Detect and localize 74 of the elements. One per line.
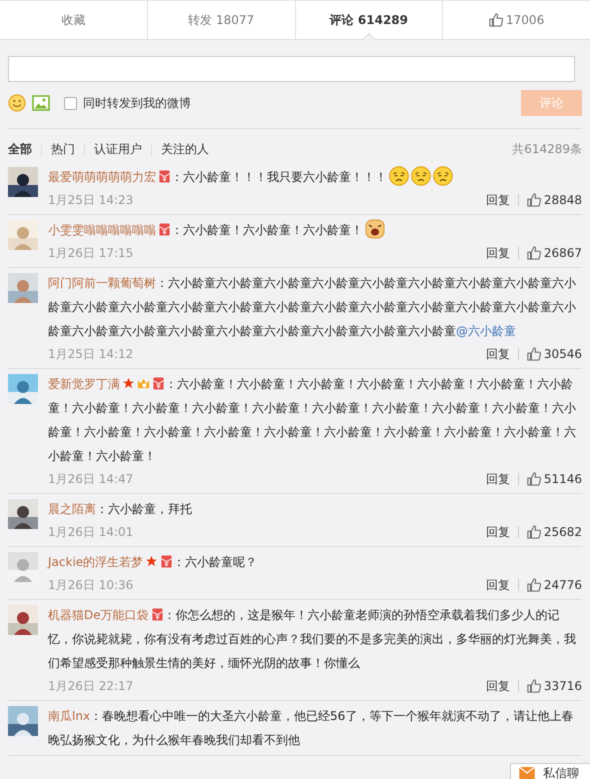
user-name[interactable]: 机器猫De万能口袋 bbox=[48, 608, 149, 622]
comment-input[interactable] bbox=[8, 56, 575, 82]
reply-link[interactable]: 回复 bbox=[486, 524, 510, 540]
envelope-icon bbox=[150, 608, 164, 621]
like-button[interactable]: 30546 bbox=[526, 347, 582, 361]
user-name[interactable]: 最爱萌萌萌萌萌力宏 bbox=[48, 170, 156, 184]
like-button[interactable]: 24776 bbox=[526, 578, 582, 592]
image-icon[interactable] bbox=[32, 94, 50, 112]
timestamp: 1月25日 14:23 bbox=[48, 192, 134, 208]
reply-link[interactable]: 回复 bbox=[486, 244, 510, 262]
sad-face-icon bbox=[389, 166, 409, 186]
user-name[interactable]: 爱新觉罗丁满 bbox=[48, 377, 120, 391]
sad-face-icon bbox=[433, 166, 453, 186]
comment-count: 共614289条 bbox=[512, 141, 582, 158]
thumbs-up-icon bbox=[526, 525, 541, 539]
filter-tab[interactable]: 认证用户 bbox=[94, 141, 142, 158]
filter-tab[interactable]: 全部 bbox=[8, 141, 32, 158]
reply-link[interactable]: 回复 bbox=[486, 192, 510, 208]
filter-tab[interactable]: 关注的人 bbox=[161, 141, 209, 158]
thumbs-up-icon bbox=[526, 472, 541, 486]
timestamp: 1月25日 14:12 bbox=[48, 346, 134, 362]
like-button[interactable]: 33716 bbox=[526, 679, 582, 693]
checkbox-label: 同时转发到我的微博 bbox=[83, 94, 191, 112]
timestamp: 1月26日 14:01 bbox=[48, 524, 134, 540]
thumbs-up-icon bbox=[526, 347, 541, 361]
comment-text: 最爱萌萌萌萌萌力宏 ：六小龄童！！！我只要六小龄童！！！ bbox=[48, 165, 582, 189]
thumbs-up-icon bbox=[526, 679, 541, 693]
comment-text: 爱新觉罗丁满 ：六小龄童！六小龄童！六小龄童！六小龄童！六小龄童！六小龄童！六小龄童！六小龄童！六小龄童！六小龄童！六小龄童！六小龄童！六小龄童！六小龄童！六小龄童！六小龄童！六小龄童！六小龄童！六小龄童！六小龄童！六小龄童！六小龄童！六小龄童！六小龄童！六小龄童！六小龄童！ bbox=[48, 376, 577, 465]
like-button[interactable]: 51146 bbox=[526, 472, 582, 486]
star-icon bbox=[145, 555, 158, 568]
chat-tab[interactable]: 私信聊 bbox=[510, 763, 590, 779]
timestamp: 1月26日 14:47 bbox=[48, 470, 134, 488]
sad-face-icon bbox=[411, 166, 431, 186]
thumbs-up-icon bbox=[526, 578, 541, 592]
envelope-icon bbox=[519, 767, 535, 779]
timestamp: 1月26日 22:17 bbox=[48, 678, 134, 694]
reply-link[interactable]: 回复 bbox=[486, 678, 510, 694]
thumbs-up-icon bbox=[489, 13, 504, 27]
reply-link[interactable]: 回复 bbox=[486, 346, 510, 362]
tab[interactable]: 17006 bbox=[489, 13, 544, 27]
star-icon bbox=[122, 377, 135, 390]
timestamp: 1月26日 17:15 bbox=[48, 244, 134, 262]
comment-text: Jackie的浮生若梦 ：六小龄童呢？ bbox=[48, 554, 258, 571]
comment-text: 阿门阿前一颗葡萄树：六小龄童六小龄童六小龄童六小龄童六小龄童六小龄童六小龄童六小龄童六小龄童六小龄童六小龄童六小龄童六小龄童六小龄童六小龄童六小龄童六小龄童六小龄童六小龄童六小龄童六小龄童六小龄童六小龄童六小龄童六小龄童六小龄童六小龄童六小龄童@六小龄童 bbox=[48, 275, 577, 340]
mention-link[interactable]: @六小龄童 bbox=[456, 324, 516, 338]
checkbox[interactable] bbox=[64, 96, 77, 110]
user-name[interactable]: 阿门阿前一颗葡萄树 bbox=[48, 276, 156, 290]
thumbs-up-icon bbox=[526, 193, 541, 207]
comment-text: 机器猫De万能口袋 ：你怎么想的，这是猴年！六小龄童老师演的孙悟空承载着我们多少人的记忆，你说毙就毙，你有没有考虑过百姓的心声？我们要的不是多完美的演出，多华丽的灯光舞美，我们希望感受那种触景生情的美好，缅怀光阴的故事！你懂么 bbox=[48, 607, 577, 672]
like-button[interactable]: 25682 bbox=[526, 525, 582, 539]
envelope-icon bbox=[160, 555, 174, 568]
crown-icon bbox=[137, 377, 150, 390]
tab[interactable]: 转发 18077 bbox=[188, 12, 254, 28]
user-name[interactable]: 小雯雯嗡嗡嗡嗡嗡嗡 bbox=[48, 223, 156, 237]
user-name[interactable]: Jackie的浮生若梦 bbox=[48, 555, 144, 569]
reply-link[interactable]: 回复 bbox=[486, 576, 510, 594]
tab[interactable]: 收藏 bbox=[61, 12, 86, 28]
envelope-icon bbox=[158, 223, 171, 236]
timestamp: 1月26日 10:36 bbox=[48, 576, 134, 594]
tab[interactable]: 评论 614289 bbox=[330, 12, 408, 28]
crying-face-icon bbox=[365, 219, 385, 239]
comment-text: 南瓜lnx：春晚想看心中唯一的大圣六小龄童，他已经56了，等下一个猴年就演不动了，请让他上春晚弘扬猴文化，为什么猴年春晚我们却看不到他 bbox=[48, 708, 574, 749]
like-button[interactable]: 28848 bbox=[526, 193, 582, 207]
envelope-icon bbox=[152, 377, 165, 390]
filter-tab[interactable]: 热门 bbox=[51, 141, 75, 158]
smiley-icon[interactable] bbox=[8, 94, 26, 112]
user-name[interactable]: 晨之陌离 bbox=[48, 502, 96, 516]
comment-text: 小雯雯嗡嗡嗡嗡嗡嗡 ：六小龄童！六小龄童！六小龄童！ bbox=[48, 218, 582, 242]
thumbs-up-icon bbox=[526, 246, 541, 260]
like-button[interactable]: 26867 bbox=[526, 246, 582, 260]
envelope-icon bbox=[158, 170, 171, 183]
user-name[interactable]: 南瓜lnx bbox=[48, 709, 90, 723]
comment-text: 晨之陌离：六小龄童，拜托 bbox=[48, 501, 193, 518]
reply-link[interactable]: 回复 bbox=[486, 470, 510, 488]
